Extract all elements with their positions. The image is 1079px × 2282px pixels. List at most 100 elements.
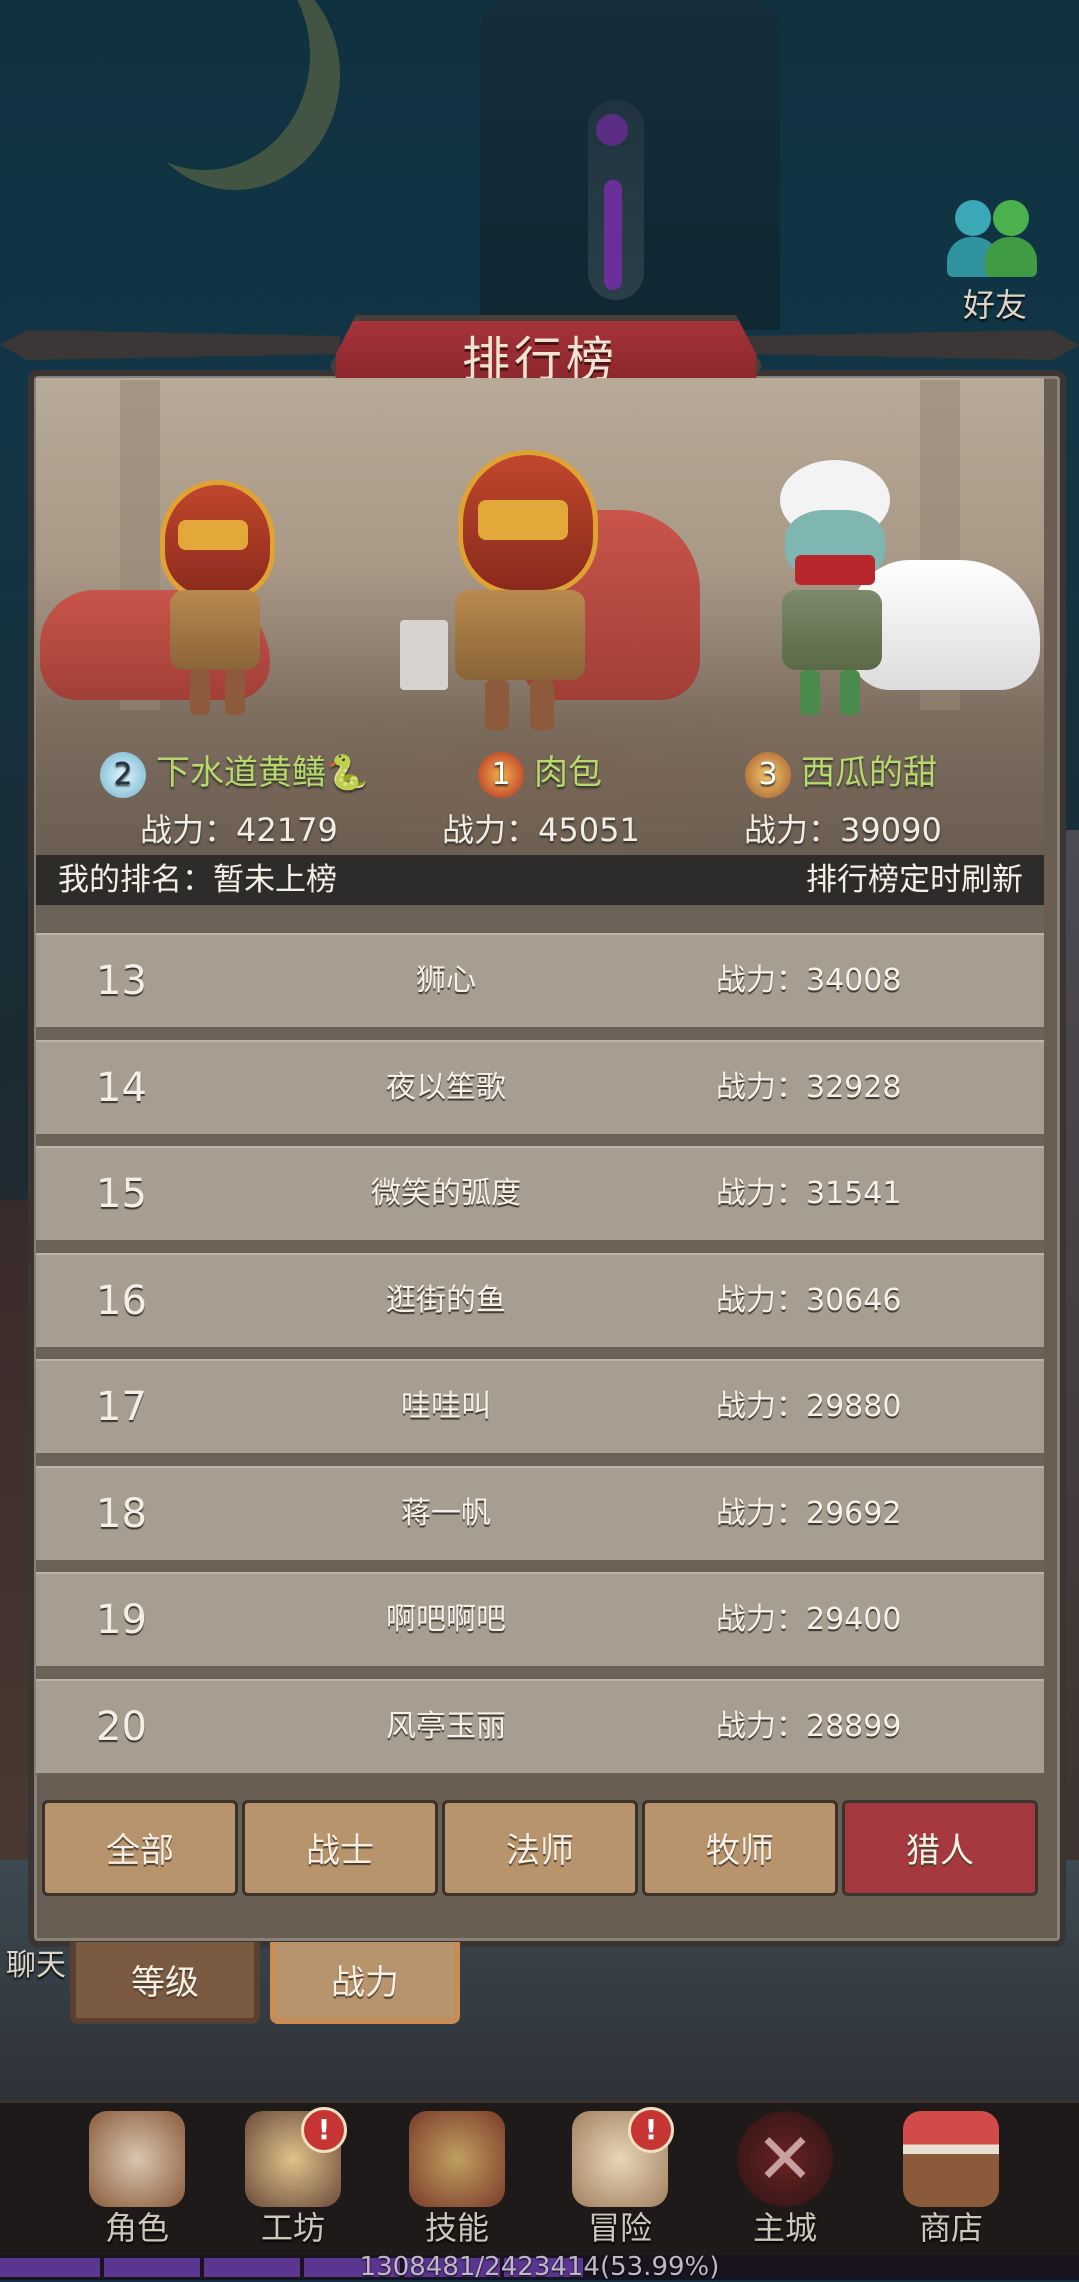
nav-character[interactable]: 角色 [62, 2105, 212, 2255]
tab-hunter[interactable]: 猎人 [842, 1800, 1038, 1896]
top3-power-rank-2: 战力：42179 [140, 811, 338, 849]
alert-badge-icon: ! [628, 2107, 674, 2153]
row-power: 战力：28899 [716, 1709, 902, 1744]
top3-name-rank-1[interactable]: 1 肉包 [478, 748, 602, 798]
tower-gauge [604, 180, 622, 290]
row-player-name: 夜以笙歌 [386, 1070, 506, 1105]
nav-label: 技能 [424, 2209, 489, 2247]
row-power: 战力：34008 [716, 963, 902, 998]
shop-icon [903, 2111, 999, 2207]
alert-badge-icon: ! [301, 2107, 347, 2153]
row-player-name: 啊吧啊吧 [386, 1602, 506, 1637]
friends-icon [945, 195, 1045, 280]
row-player-name: 逛街的鱼 [386, 1283, 506, 1318]
adventure-icon: ! [572, 2107, 674, 2207]
leg [485, 680, 509, 730]
row-player-name: 狮心 [416, 963, 476, 998]
row-rank: 18 [96, 1491, 147, 1537]
nav-label: 角色 [104, 2209, 169, 2247]
refresh-note: 排行榜定时刷新 [806, 862, 1023, 898]
sort-tab-level[interactable]: 等级 [70, 1942, 260, 2024]
table-row[interactable]: 17 哇哇叫 战力：29880 [36, 1359, 1044, 1456]
character-icon [89, 2111, 185, 2207]
rank-badge-icon: 2 [100, 751, 146, 798]
player-name: 西瓜的甜 [801, 753, 937, 793]
nav-main-city[interactable]: ✕ 主城 [710, 2105, 860, 2255]
table-row[interactable]: 14 夜以笙歌 战力：32928 [36, 1040, 1044, 1137]
leg [190, 670, 210, 715]
eel-icon: 🐍 [326, 753, 369, 793]
banner-wing-left [0, 330, 340, 360]
row-power: 战力：29692 [716, 1496, 902, 1531]
axe-icon [400, 620, 448, 690]
hero-rank-3[interactable] [740, 460, 1040, 760]
rank-badge-icon: 3 [745, 751, 791, 798]
row-rank: 14 [96, 1065, 147, 1111]
exp-text: 1308481/2423414(53.99%) [359, 2252, 720, 2282]
tab-all[interactable]: 全部 [42, 1800, 238, 1896]
armor [455, 590, 585, 680]
nav-shop[interactable]: 商店 [876, 2105, 1026, 2255]
nav-skills[interactable]: 技能 [382, 2105, 532, 2255]
table-row[interactable]: 19 啊吧啊吧 战力：29400 [36, 1572, 1044, 1669]
row-rank: 20 [96, 1704, 147, 1750]
visor [478, 500, 568, 540]
banner-wing-right [740, 330, 1079, 360]
table-row[interactable]: 15 微笑的弧度 战力：31541 [36, 1146, 1044, 1243]
nav-label: 工坊 [260, 2209, 325, 2247]
table-row[interactable]: 20 风亭玉丽 战力：28899 [36, 1679, 1044, 1775]
player-name: 肉包 [534, 753, 602, 793]
tab-mage[interactable]: 法师 [442, 1800, 638, 1896]
row-power: 战力：30646 [716, 1283, 902, 1318]
nav-adventure[interactable]: ! 冒险 [545, 2105, 695, 2255]
ranking-list[interactable]: 13 狮心 战力：34008 14 夜以笙歌 战力：32928 15 微笑的弧度… [36, 905, 1044, 1775]
row-power: 战力：31541 [716, 1176, 902, 1211]
row-power: 战力：32928 [716, 1070, 902, 1105]
tab-warrior[interactable]: 战士 [242, 1800, 438, 1896]
tab-priest[interactable]: 牧师 [642, 1800, 838, 1896]
visor [178, 520, 248, 550]
nav-label: 冒险 [587, 2209, 652, 2247]
row-rank: 15 [96, 1171, 147, 1217]
top3-power-rank-3: 战力：39090 [744, 811, 942, 849]
armor [170, 590, 260, 670]
mask [795, 555, 875, 585]
armor [782, 590, 882, 670]
top3-name-rank-2[interactable]: 2 下水道黄鳝🐍 [100, 748, 368, 798]
row-rank: 13 [96, 958, 147, 1004]
hero-rank-2[interactable] [40, 440, 275, 740]
leg [840, 670, 860, 715]
nav-label: 商店 [918, 2209, 983, 2247]
leg [530, 680, 554, 730]
top3-name-rank-3[interactable]: 3 西瓜的甜 [745, 748, 937, 798]
row-player-name: 微笑的弧度 [371, 1176, 521, 1211]
player-name: 下水道黄鳝 [156, 753, 326, 793]
my-rank-label: 我的排名：暂未上榜 [58, 862, 337, 898]
row-player-name: 风亭玉丽 [386, 1709, 506, 1744]
row-power: 战力：29880 [716, 1389, 902, 1424]
nav-workshop[interactable]: ! 工坊 [218, 2105, 368, 2255]
row-rank: 19 [96, 1597, 147, 1643]
nav-label: 主城 [752, 2209, 817, 2247]
table-row[interactable]: 16 逛街的鱼 战力：30646 [36, 1253, 1044, 1350]
row-rank: 16 [96, 1278, 147, 1324]
friends-button[interactable]: 好友 [940, 195, 1050, 325]
table-row[interactable]: 18 蒋一帆 战力：29692 [36, 1466, 1044, 1563]
row-power: 战力：29400 [716, 1602, 902, 1637]
chat-button[interactable]: 聊天 [6, 1940, 66, 1984]
friends-label: 好友 [962, 286, 1027, 324]
top3-power-rank-1: 战力：45051 [442, 811, 640, 849]
moon-decoration [100, 0, 310, 170]
main-city-icon: ✕ [737, 2111, 833, 2207]
sort-tab-power[interactable]: 战力 [270, 1942, 460, 2024]
table-row[interactable]: 13 狮心 战力：34008 [36, 933, 1044, 1030]
rank-badge-icon: 1 [478, 751, 524, 798]
row-player-name: 蒋一帆 [401, 1496, 491, 1531]
hero-rank-1[interactable] [400, 440, 700, 740]
workshop-icon: ! [245, 2107, 347, 2207]
class-filter-tabs: 全部 战士 法师 牧师 猎人 [42, 1800, 1038, 1902]
row-player-name: 哇哇叫 [401, 1389, 491, 1424]
leg [800, 670, 820, 715]
leg [225, 670, 245, 715]
tower-orb [596, 114, 628, 146]
